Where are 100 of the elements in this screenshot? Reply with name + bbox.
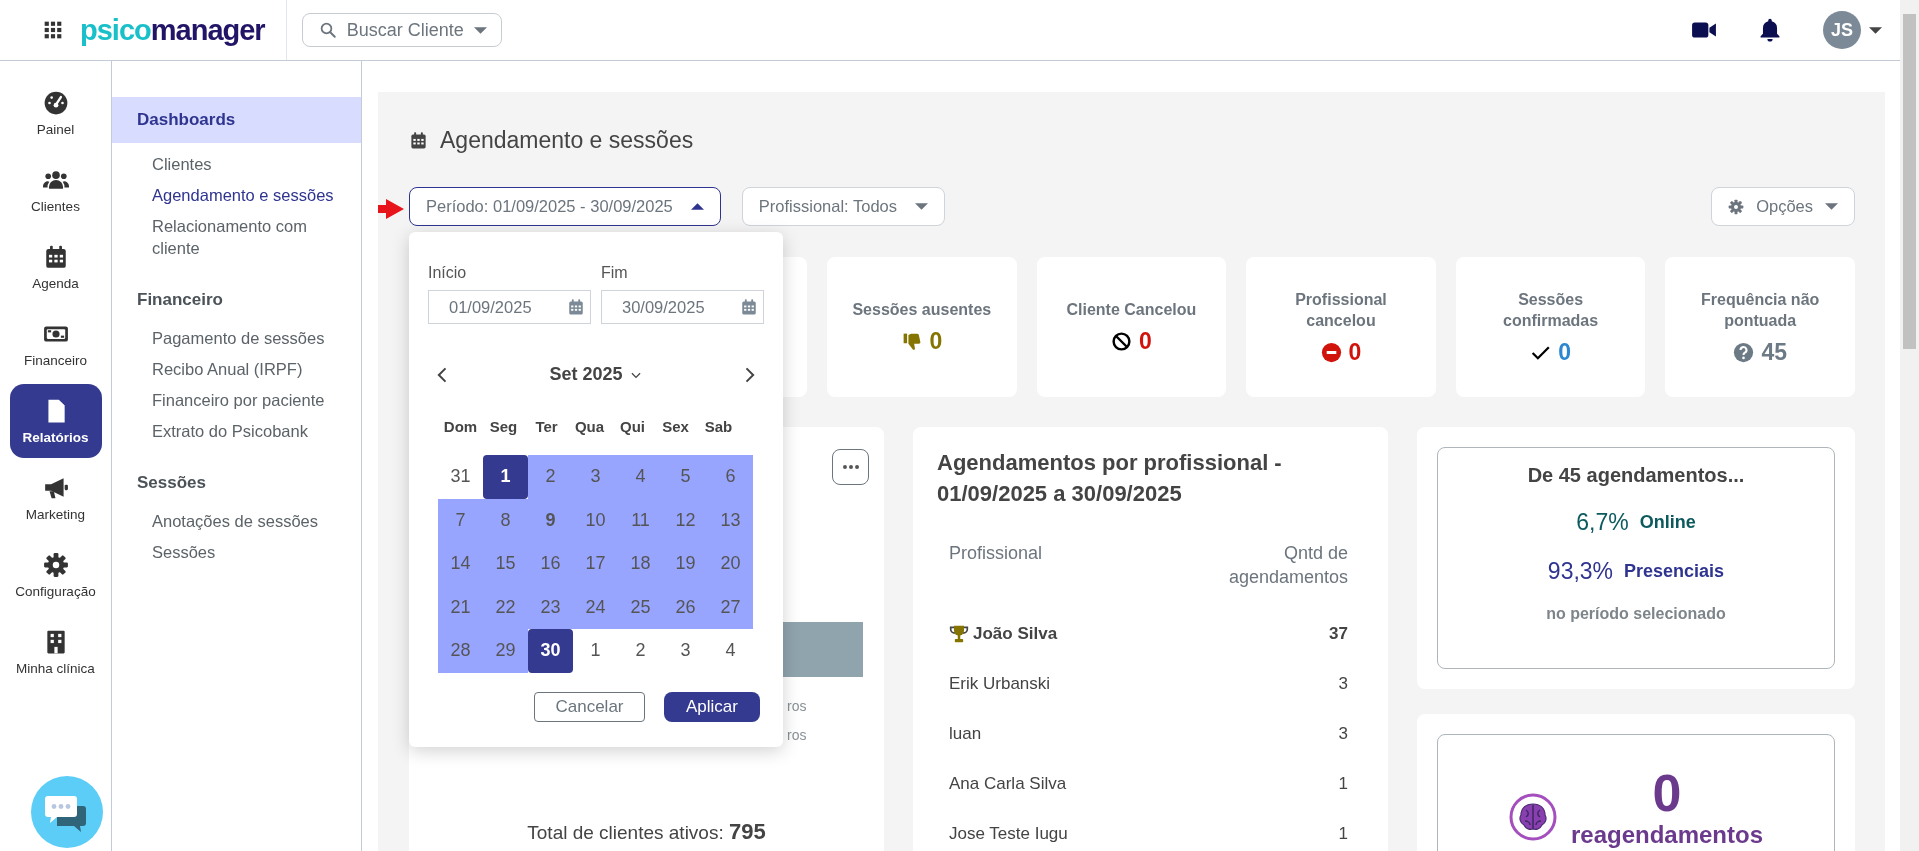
chat-icon[interactable]: [31, 776, 103, 848]
calendar-day[interactable]: 17: [573, 542, 618, 586]
calendar-day[interactable]: 29: [483, 629, 528, 673]
menu-section-title[interactable]: Financeiro: [112, 277, 361, 323]
calendar-day[interactable]: 8: [483, 498, 528, 542]
calendar-day[interactable]: 25: [618, 585, 663, 629]
stat-value: 0: [1558, 338, 1571, 366]
rail-item[interactable]: Clientes: [9, 153, 102, 227]
menu-section-title[interactable]: Sessões: [112, 460, 361, 506]
calendar-day[interactable]: 24: [573, 585, 618, 629]
weekday-label: Sex: [661, 418, 690, 435]
weekday-label: Qua: [573, 418, 606, 435]
field-label: Início: [428, 264, 468, 282]
submenu-item[interactable]: Pagamento de sessões: [112, 327, 361, 349]
rail-item[interactable]: Relatórios: [9, 384, 102, 458]
calendar-day[interactable]: 30: [528, 629, 573, 673]
calendar-day[interactable]: 7: [438, 498, 483, 542]
submenu-item[interactable]: Relacionamento com cliente: [112, 215, 361, 259]
period-filter[interactable]: Período: 01/09/2025 - 30/09/2025: [409, 187, 721, 226]
rail-item[interactable]: Agenda: [9, 230, 102, 304]
stat-value: 0: [1139, 328, 1152, 355]
submenu-item[interactable]: Anotações de sessões: [112, 510, 361, 532]
weekday-label: Qui: [619, 418, 646, 435]
rail-item[interactable]: Financeiro: [9, 307, 102, 381]
calendar-day[interactable]: 13: [708, 498, 753, 542]
stat-label: Profissional cancelou: [1294, 289, 1388, 331]
calendar-day[interactable]: 26: [663, 585, 708, 629]
calendar-day[interactable]: 4: [708, 629, 753, 673]
caret-icon: [690, 203, 704, 210]
search-icon: [318, 21, 337, 39]
calendar-day[interactable]: 21: [438, 585, 483, 629]
search-button[interactable]: Buscar Cliente: [301, 13, 502, 47]
submenu-item[interactable]: Clientes: [112, 153, 361, 175]
calendar-day[interactable]: 31: [438, 455, 483, 499]
options-button[interactable]: Opções: [1711, 187, 1855, 226]
submenu-item[interactable]: Recibo Anual (IRPF): [112, 358, 361, 380]
calendar-day[interactable]: 10: [573, 498, 618, 542]
calendar-day[interactable]: 20: [708, 542, 753, 586]
calendar-day[interactable]: 22: [483, 585, 528, 629]
calendar-day[interactable]: 19: [663, 542, 708, 586]
gauge-icon: [42, 89, 69, 116]
submenu-item[interactable]: Extrato do Psicobank: [112, 420, 361, 442]
rail-item[interactable]: Configuração: [9, 538, 102, 612]
calendar-day[interactable]: 23: [528, 585, 573, 629]
percentage: 93,3%: [1547, 558, 1614, 585]
calendar-day[interactable]: 6: [708, 455, 753, 499]
caret-icon: [473, 26, 487, 34]
date-field[interactable]: 30/09/2025: [601, 290, 764, 324]
month-selector[interactable]: Set 2025: [549, 364, 643, 385]
submenu-item[interactable]: Agendamento e sessões: [112, 184, 361, 206]
date-field[interactable]: 01/09/2025: [428, 290, 591, 324]
scrollbar-thumb[interactable]: [1903, 14, 1916, 349]
calendar-day[interactable]: 2: [528, 455, 573, 499]
weekday-label: Sab: [703, 418, 734, 435]
thumbs-down-icon: [901, 331, 923, 352]
calendar-day[interactable]: 1: [483, 455, 528, 499]
count-cell-text: 1: [1337, 823, 1349, 845]
professional-filter[interactable]: Profissional: Todos: [741, 187, 945, 226]
cancel-button[interactable]: Cancelar: [534, 691, 645, 722]
calendar-day[interactable]: 4: [618, 455, 663, 499]
calendar-day[interactable]: 27: [708, 585, 753, 629]
calendar-day[interactable]: 28: [438, 629, 483, 673]
calendar-day[interactable]: 3: [663, 629, 708, 673]
submenu-item[interactable]: Sessões: [112, 541, 361, 563]
calendar-day[interactable]: 11: [618, 498, 663, 542]
professional-name: luan: [949, 724, 982, 744]
professional-name: Erik Urbanski: [949, 674, 1051, 694]
calendar-day[interactable]: 14: [438, 542, 483, 586]
ban-icon: [1111, 331, 1132, 352]
apply-button[interactable]: Aplicar: [664, 691, 760, 722]
calendar-day[interactable]: 1: [573, 629, 618, 673]
summary-title: De 45 agendamentos...: [1527, 464, 1745, 487]
professional-name: Ana Carla Silva: [949, 774, 1067, 794]
field-label: Fim: [601, 264, 629, 282]
count-cell-text: 37: [1328, 623, 1349, 645]
menu-section-title[interactable]: Dashboards: [112, 97, 361, 143]
calendar-day[interactable]: 3: [573, 455, 618, 499]
user-avatar[interactable]: JS: [1823, 11, 1861, 49]
stat-label: Sessões confirmadas: [1502, 289, 1600, 331]
calendar-day[interactable]: 5: [663, 455, 708, 499]
menu-grid-icon[interactable]: [43, 20, 63, 40]
calendar-day[interactable]: 15: [483, 542, 528, 586]
rail-item[interactable]: Marketing: [9, 461, 102, 535]
more-options-button[interactable]: [832, 449, 869, 485]
calendar-day[interactable]: 9: [528, 498, 573, 542]
calendar-day[interactable]: 16: [528, 542, 573, 586]
card-title: Agendamentos por profissional - 01/09/2025 a 30/09/2025: [937, 449, 1283, 508]
percentage: 6,7%: [1576, 509, 1629, 536]
calendar-day[interactable]: 12: [663, 498, 708, 542]
rail-item[interactable]: Minha clínica: [9, 615, 102, 689]
submenu-item[interactable]: Financeiro por paciente: [112, 389, 361, 411]
calendar-day[interactable]: 18: [618, 542, 663, 586]
calendar-day[interactable]: 2: [618, 629, 663, 673]
brain-icon: [1508, 793, 1557, 841]
legend-label: ros: [787, 698, 807, 714]
caret-icon[interactable]: [1869, 26, 1882, 34]
reschedule-count: 0: [1652, 765, 1682, 821]
rail-item[interactable]: Painel: [9, 76, 102, 150]
percentage-label: Online: [1639, 512, 1696, 533]
legend-label: ros: [787, 727, 807, 743]
